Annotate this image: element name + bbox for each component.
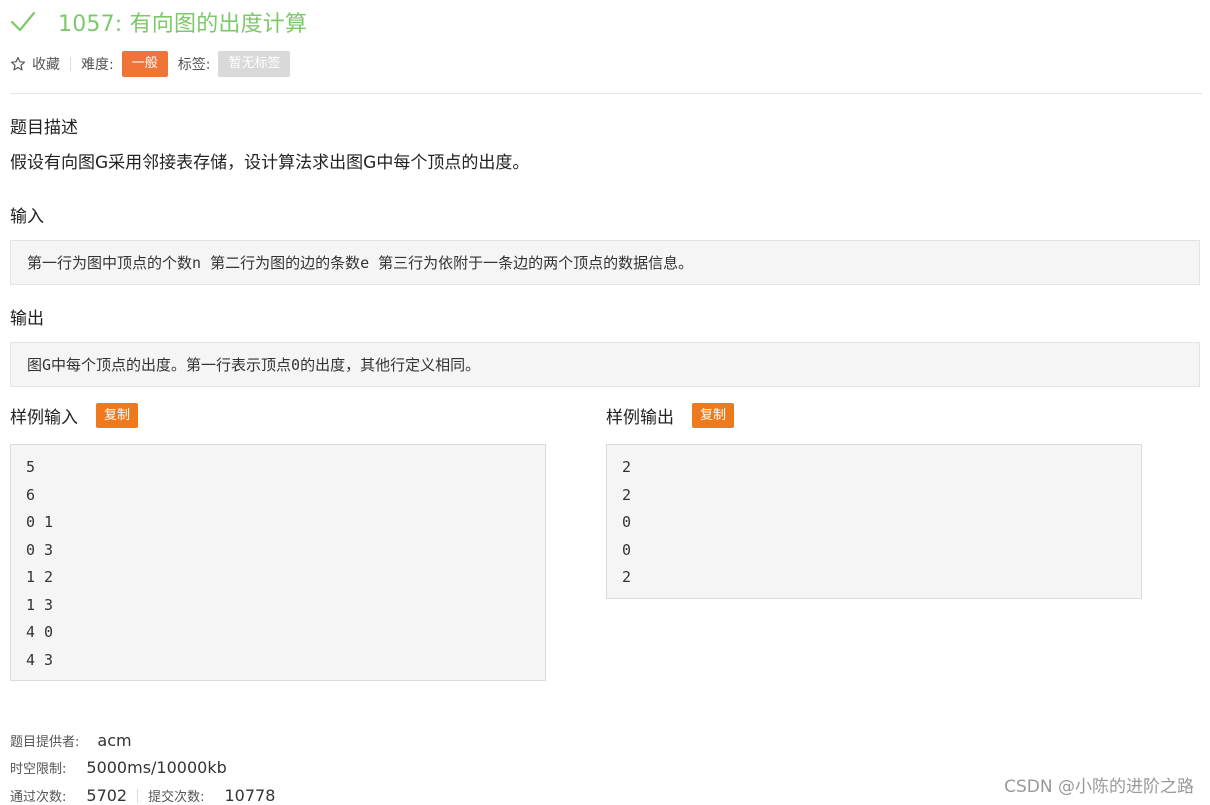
limit-row: 时空限制: 5000ms/10000kb bbox=[10, 758, 227, 777]
sample-input-line: 1 2 bbox=[26, 568, 54, 586]
provider-label: 题目提供者: bbox=[10, 735, 80, 750]
sample-input-line: 4 0 bbox=[26, 623, 54, 641]
limit-label: 时空限制: bbox=[10, 762, 67, 777]
star-icon[interactable] bbox=[10, 56, 26, 72]
submit-label: 提交次数: bbox=[148, 790, 205, 805]
sample-output-line: 2 bbox=[622, 458, 632, 476]
input-heading: 输入 bbox=[10, 207, 44, 227]
sample-output-header: 样例输出 复制 bbox=[606, 403, 735, 428]
sample-output-box: 2 2 0 0 2 bbox=[606, 444, 1142, 599]
tags-badge: 暂无标签 bbox=[218, 51, 291, 77]
divider bbox=[137, 788, 139, 803]
sample-input-line: 0 3 bbox=[26, 540, 54, 559]
sample-input-line: 5 bbox=[26, 458, 36, 476]
input-description-box: 第一行为图中顶点的个数n 第二行为图的边的条数e 第三行为依附于一条边的两个顶点… bbox=[10, 240, 1200, 285]
input-description-text: 第一行为图中顶点的个数n 第二行为图的边的条数e 第三行为依附于一条边的两个顶点… bbox=[27, 254, 694, 272]
problem-title-row: 1057: 有向图的出度计算 bbox=[10, 2, 307, 42]
provider-value: acm bbox=[97, 731, 132, 750]
sample-input-line: 4 3 bbox=[26, 650, 54, 669]
sample-output-line: 2 bbox=[622, 568, 632, 586]
watermark: CSDN @小陈的进阶之路 bbox=[1004, 777, 1194, 797]
pass-value: 5702 bbox=[86, 786, 128, 805]
sample-output-line: 0 bbox=[622, 540, 632, 559]
provider-row: 题目提供者: acm bbox=[10, 731, 132, 750]
sample-output-line: 0 bbox=[622, 513, 632, 531]
check-icon bbox=[10, 11, 36, 32]
description-heading: 题目描述 bbox=[10, 118, 78, 138]
tags-label: 标签: bbox=[177, 57, 211, 73]
sample-input-heading: 样例输入 bbox=[10, 408, 78, 428]
divider bbox=[70, 57, 71, 71]
difficulty-label: 难度: bbox=[81, 57, 114, 73]
stats-row: 通过次数: 5702 提交次数: 10778 bbox=[10, 786, 275, 805]
description-text: 假设有向图G采用邻接表存储，设计算法求出图G中每个顶点的出度。 bbox=[10, 153, 530, 173]
favorite-button[interactable]: 收藏 bbox=[32, 54, 60, 74]
sample-input-header: 样例输入 复制 bbox=[10, 403, 139, 428]
difficulty-badge: 一般 bbox=[121, 51, 168, 77]
sample-output-line: 2 bbox=[622, 485, 632, 504]
problem-meta: 收藏 难度: 一般 标签: 暂无标签 bbox=[10, 51, 291, 77]
divider-line bbox=[10, 93, 1202, 94]
pass-label: 通过次数: bbox=[10, 790, 67, 805]
sample-input-box: 5 6 0 1 0 3 1 2 1 3 4 0 4 3 bbox=[10, 444, 546, 681]
output-heading: 输出 bbox=[10, 309, 44, 329]
sample-input-line: 1 3 bbox=[26, 595, 54, 614]
limit-value: 5000ms/10000kb bbox=[86, 758, 227, 777]
submit-value: 10778 bbox=[224, 786, 276, 805]
problem-title: 1057: 有向图的出度计算 bbox=[58, 12, 308, 37]
copy-sample-output-button[interactable]: 复制 bbox=[692, 403, 735, 428]
sample-input-line: 6 bbox=[26, 485, 36, 504]
output-description-text: 图G中每个顶点的出度。第一行表示顶点0的出度，其他行定义相同。 bbox=[27, 356, 481, 374]
sample-output-heading: 样例输出 bbox=[606, 408, 674, 428]
output-description-box: 图G中每个顶点的出度。第一行表示顶点0的出度，其他行定义相同。 bbox=[10, 342, 1200, 387]
sample-input-line: 0 1 bbox=[26, 513, 54, 531]
copy-sample-input-button[interactable]: 复制 bbox=[96, 403, 139, 428]
